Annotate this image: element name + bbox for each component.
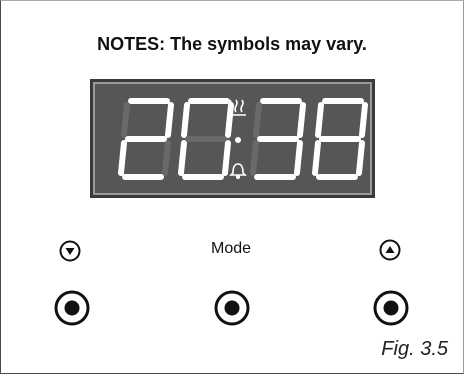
- figure-caption: Fig. 3.5: [381, 338, 448, 360]
- mode-label: Mode: [211, 240, 252, 257]
- segment-e: [312, 140, 321, 176]
- segment-b: [359, 102, 368, 138]
- segment-f: [121, 102, 130, 138]
- colon-dot-upper: [235, 137, 241, 143]
- segment-e: [118, 140, 127, 176]
- segment-c: [162, 140, 171, 176]
- segment-f: [253, 102, 262, 138]
- segment-e: [250, 140, 259, 176]
- digit-4: [312, 98, 368, 180]
- segment-group: [118, 98, 368, 180]
- digit-3: [250, 98, 306, 180]
- digit-2: [178, 98, 234, 180]
- clock-display: [90, 79, 375, 198]
- segment-f: [315, 102, 324, 138]
- right-knob-button[interactable]: [372, 289, 410, 327]
- up-triangle-icon[interactable]: [379, 239, 401, 261]
- segment-b: [165, 102, 174, 138]
- segment-c: [222, 140, 231, 176]
- mode-knob-button[interactable]: [213, 289, 251, 327]
- left-knob-button[interactable]: [53, 289, 91, 327]
- note-text: NOTES: The symbols may vary.: [97, 34, 367, 54]
- digit-1: [118, 98, 174, 180]
- segment-e: [178, 140, 187, 176]
- segment-c: [356, 140, 365, 176]
- segment-c: [294, 140, 303, 176]
- down-triangle-icon[interactable]: [59, 240, 81, 262]
- segment-f: [181, 102, 190, 138]
- seven-segment-readout: [118, 98, 368, 180]
- segment-b: [297, 102, 306, 138]
- bell-icon: [229, 163, 247, 180]
